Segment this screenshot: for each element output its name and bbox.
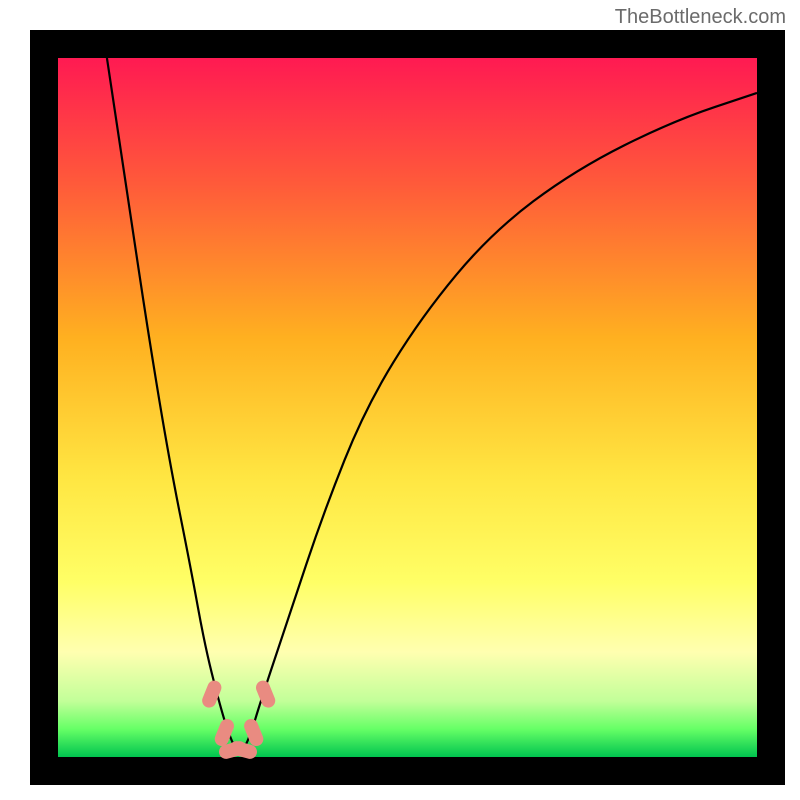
bottleneck-chart [0,0,800,800]
plot-background [58,58,757,757]
chart-stage: TheBottleneck.com [0,0,800,800]
watermark-text: TheBottleneck.com [615,6,786,29]
